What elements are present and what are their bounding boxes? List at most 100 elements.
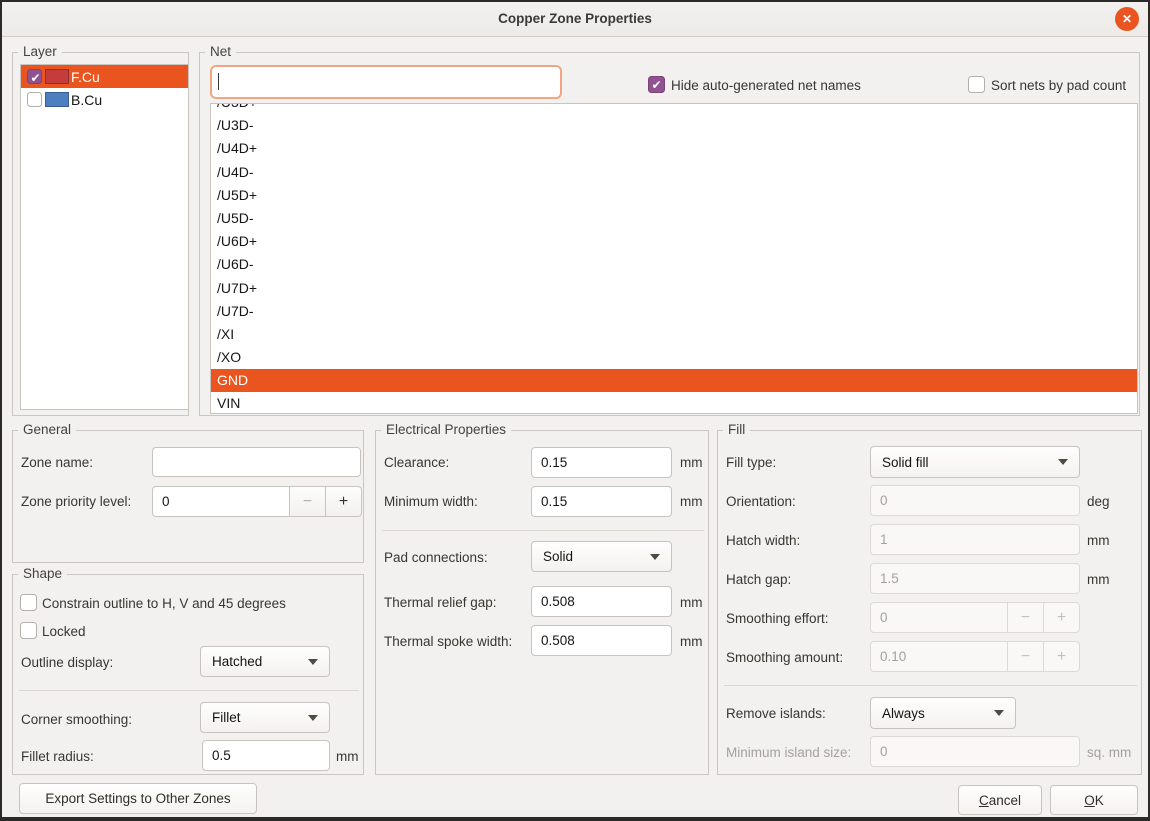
general-group-label: General — [18, 422, 76, 437]
smoothing-effort-input: 0 — [870, 602, 1008, 633]
cancel-accel: C — [979, 793, 989, 808]
zone-priority-input[interactable]: 0 — [152, 486, 290, 517]
cancel-label: ancel — [989, 793, 1021, 808]
net-row[interactable]: VIN — [211, 392, 1137, 414]
layer-item-fcu[interactable]: F.Cu — [21, 65, 188, 88]
clearance-label: Clearance: — [384, 455, 449, 470]
export-settings-label: Export Settings to Other Zones — [45, 791, 230, 806]
shape-group: Shape Constrain outline to H, V and 45 d… — [12, 574, 364, 775]
fillet-radius-unit: mm — [336, 749, 359, 764]
sort-nets-checkbox[interactable] — [968, 76, 985, 93]
net-filter-input[interactable] — [210, 65, 562, 99]
layer-group: Layer F.Cu B.Cu — [12, 52, 189, 416]
hatch-gap-unit: mm — [1087, 572, 1110, 587]
thermal-relief-gap-input[interactable] — [531, 586, 672, 617]
pad-connections-dropdown[interactable]: Solid — [531, 541, 672, 572]
minimum-island-size-unit: sq. mm — [1087, 745, 1131, 760]
net-row[interactable]: /U7D+ — [211, 277, 1137, 300]
chevron-down-icon — [994, 710, 1004, 716]
ok-button[interactable]: OK — [1050, 785, 1138, 815]
net-row[interactable]: /U5D+ — [211, 184, 1137, 207]
smoothing-effort-spinner: 0 − + — [870, 602, 1080, 633]
net-row-selected[interactable]: GND — [211, 369, 1137, 392]
corner-smoothing-value: Fillet — [212, 710, 241, 725]
outline-display-label: Outline display: — [21, 655, 113, 670]
layer-fcu-color-swatch — [45, 69, 69, 84]
electrical-group-label: Electrical Properties — [381, 422, 511, 437]
sort-nets-label: Sort nets by pad count — [991, 78, 1126, 93]
hide-autogen-nets-checkbox[interactable] — [648, 76, 665, 93]
remove-islands-label: Remove islands: — [726, 706, 826, 721]
net-row[interactable]: /U5D- — [211, 207, 1137, 230]
outline-display-value: Hatched — [212, 654, 262, 669]
minimum-island-size-label: Minimum island size: — [726, 745, 851, 760]
net-row[interactable]: /U3D- — [211, 114, 1137, 137]
net-row[interactable]: /U7D- — [211, 300, 1137, 323]
thermal-relief-gap-label: Thermal relief gap: — [384, 595, 497, 610]
fill-group-label: Fill — [723, 422, 750, 437]
hatch-gap-input — [870, 563, 1080, 594]
chevron-down-icon — [308, 659, 318, 665]
thermal-spoke-width-input[interactable] — [531, 625, 672, 656]
layer-list: F.Cu B.Cu — [20, 64, 189, 410]
hatch-width-label: Hatch width: — [726, 533, 800, 548]
ok-accel: O — [1084, 793, 1095, 808]
title-bar: Copper Zone Properties ✕ — [2, 2, 1148, 37]
smoothing-effort-label: Smoothing effort: — [726, 611, 829, 626]
smoothing-amount-decrement-button: − — [1008, 641, 1044, 672]
net-row[interactable]: /U4D- — [211, 161, 1137, 184]
smoothing-amount-input: 0.10 — [870, 641, 1008, 672]
close-button[interactable]: ✕ — [1115, 7, 1139, 31]
layer-fcu-label: F.Cu — [71, 69, 100, 85]
net-row[interactable]: /U6D- — [211, 253, 1137, 276]
zone-priority-decrement-button[interactable]: − — [290, 486, 326, 517]
electrical-separator — [382, 530, 704, 531]
chevron-down-icon — [650, 554, 660, 560]
orientation-unit: deg — [1087, 494, 1110, 509]
net-group: Net Hide auto-generated net names Sort n… — [199, 52, 1140, 416]
dialog-title: Copper Zone Properties — [2, 11, 1148, 26]
close-icon: ✕ — [1122, 12, 1132, 26]
net-row[interactable]: /U3D+ — [211, 103, 1137, 114]
locked-checkbox[interactable] — [20, 622, 37, 639]
fill-type-value: Solid fill — [882, 455, 929, 470]
outline-display-dropdown[interactable]: Hatched — [200, 646, 330, 677]
orientation-input — [870, 485, 1080, 516]
corner-smoothing-dropdown[interactable]: Fillet — [200, 702, 330, 733]
minimum-width-input[interactable] — [531, 486, 672, 517]
minimum-island-size-input — [870, 736, 1080, 767]
fillet-radius-label: Fillet radius: — [21, 749, 94, 764]
clearance-input[interactable] — [531, 447, 672, 478]
zone-priority-spinner: 0 − + — [152, 486, 362, 517]
layer-item-bcu[interactable]: B.Cu — [21, 88, 188, 111]
remove-islands-dropdown[interactable]: Always — [870, 697, 1016, 729]
pad-connections-value: Solid — [543, 549, 573, 564]
net-row[interactable]: /U4D+ — [211, 137, 1137, 160]
chevron-down-icon — [1058, 459, 1068, 465]
minimum-width-label: Minimum width: — [384, 494, 478, 509]
zone-priority-label: Zone priority level: — [21, 494, 131, 509]
pad-connections-label: Pad connections: — [384, 550, 488, 565]
thermal-relief-gap-unit: mm — [680, 595, 703, 610]
corner-smoothing-label: Corner smoothing: — [21, 712, 132, 727]
net-row[interactable]: /U6D+ — [211, 230, 1137, 253]
shape-group-label: Shape — [18, 566, 67, 581]
copper-zone-properties-dialog: Copper Zone Properties ✕ Layer F.Cu B.Cu… — [0, 0, 1150, 821]
layer-fcu-checkbox[interactable] — [27, 69, 42, 84]
zone-name-input[interactable] — [152, 447, 361, 477]
export-settings-button[interactable]: Export Settings to Other Zones — [19, 783, 257, 814]
zone-priority-increment-button[interactable]: + — [326, 486, 362, 517]
fill-type-dropdown[interactable]: Solid fill — [870, 446, 1080, 478]
smoothing-effort-decrement-button: − — [1008, 602, 1044, 633]
layer-bcu-checkbox[interactable] — [27, 92, 42, 107]
cancel-button[interactable]: Cancel — [958, 785, 1042, 815]
constrain-outline-checkbox[interactable] — [20, 594, 37, 611]
thermal-spoke-width-label: Thermal spoke width: — [384, 634, 512, 649]
smoothing-amount-increment-button: + — [1044, 641, 1080, 672]
fill-type-label: Fill type: — [726, 455, 776, 470]
chevron-down-icon — [308, 715, 318, 721]
fillet-radius-input[interactable] — [202, 740, 330, 771]
electrical-group: Electrical Properties Clearance: mm Mini… — [375, 430, 709, 775]
net-row[interactable]: /XO — [211, 346, 1137, 369]
net-row[interactable]: /XI — [211, 323, 1137, 346]
